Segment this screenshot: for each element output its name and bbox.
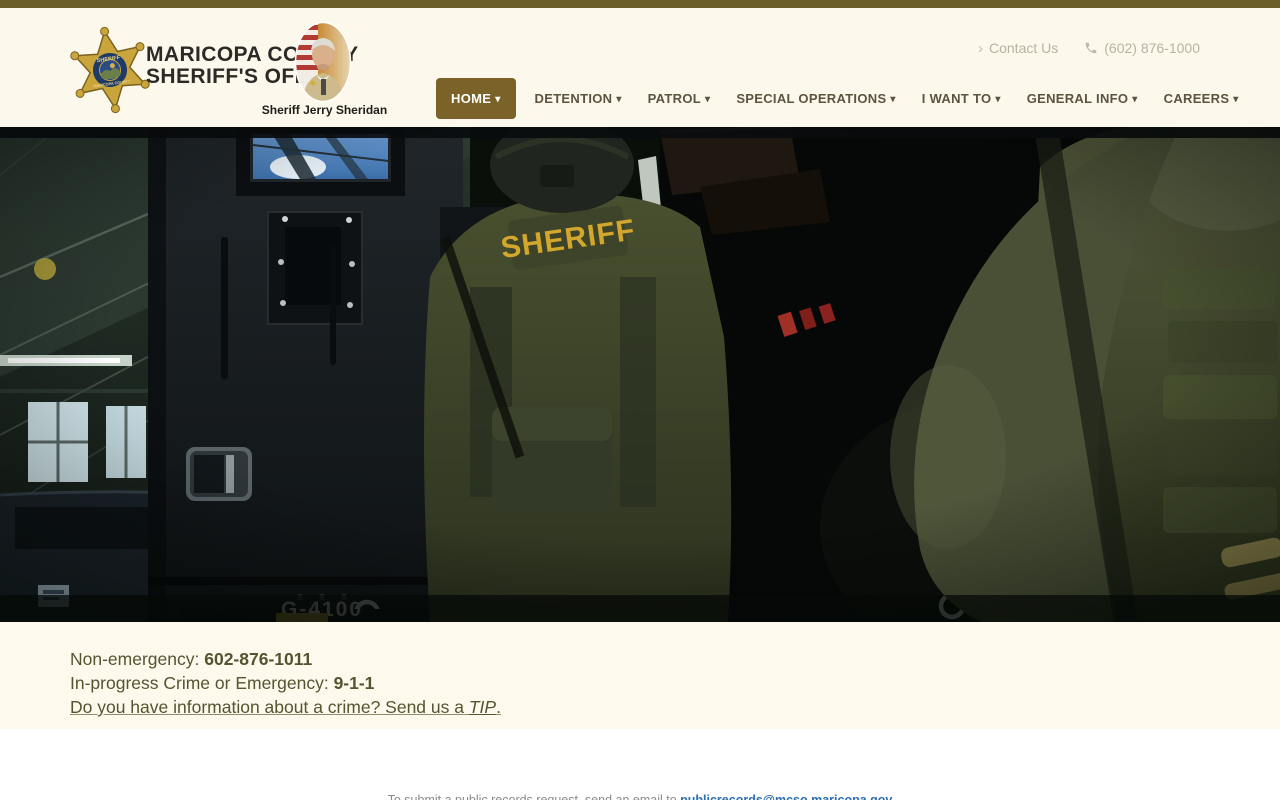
chevron-down-icon: ▾ (1132, 94, 1138, 105)
nav-i-want-to-label: I WANT TO (921, 91, 992, 106)
non-emergency-label: Non-emergency: (70, 649, 205, 669)
tip-suffix: . (496, 697, 501, 717)
phone-link[interactable]: (602) 876-1000 (1084, 40, 1200, 56)
nav-item-special-operations[interactable]: SPECIAL OPERATIONS ▾ (723, 78, 908, 119)
header-quick-links: › Contact Us (602) 876-1000 (978, 40, 1200, 56)
non-emergency-number: 602-876-1011 (204, 649, 313, 669)
nav-item-home[interactable]: HOME ▾ (436, 78, 516, 119)
public-records-line: To submit a public records request, send… (0, 793, 1280, 800)
phone-number: (602) 876-1000 (1104, 40, 1200, 56)
public-records-email-link[interactable]: publicrecords@mcso.maricopa.gov (680, 793, 892, 800)
top-accent-bar (0, 0, 1280, 8)
public-records-section: To submit a public records request, send… (0, 729, 1280, 800)
phone-icon (1086, 42, 1097, 54)
nav-item-detention[interactable]: DETENTION ▾ (522, 78, 635, 119)
chevron-right-icon: › (978, 39, 983, 57)
contact-us-link[interactable]: › Contact Us (978, 40, 1058, 56)
in-progress-line: In-progress Crime or Emergency: 9-1-1 (70, 671, 1280, 695)
chevron-down-icon: ▾ (704, 94, 711, 105)
hero-video-still: G-4100 SHERIFF (0, 127, 1280, 622)
main-navigation: HOME ▾ DETENTION ▾ PATROL ▾ SPECIAL OPERATI… (436, 78, 1252, 119)
mcso-badge-logo: SHERIFF MARICOPA COUNTY (70, 26, 150, 114)
nav-careers-label: CAREERS (1163, 91, 1230, 106)
chevron-down-icon: ▾ (616, 94, 622, 105)
non-emergency-line: Non-emergency: 602-876-1011 (70, 647, 1280, 671)
tip-link[interactable]: TIP (469, 697, 496, 717)
in-progress-label: In-progress Crime or Emergency: (70, 673, 334, 693)
chevron-down-icon: ▾ (890, 94, 896, 105)
chevron-down-icon: ▾ (495, 94, 501, 105)
nav-home-label: HOME (451, 91, 492, 106)
chevron-down-icon: ▾ (995, 94, 1001, 105)
sheriff-portrait-photo (294, 21, 352, 103)
sheriff-caption: Sheriff Jerry Sheridan (261, 103, 388, 117)
nav-item-careers[interactable]: CAREERS ▾ (1151, 78, 1252, 119)
contact-us-label: Contact Us (989, 40, 1059, 56)
hero-vignette (0, 127, 1280, 622)
nav-item-i-want-to[interactable]: I WANT TO ▾ (909, 78, 1014, 119)
nav-item-patrol[interactable]: PATROL ▾ (635, 78, 724, 119)
in-progress-number: 9-1-1 (333, 673, 375, 693)
nav-patrol-label: PATROL (647, 91, 701, 106)
tip-question: Do you have information about a crime? S… (70, 697, 469, 717)
public-records-text: To submit a public records request, send… (387, 793, 681, 800)
chevron-down-icon: ▾ (1233, 94, 1239, 105)
nav-detention-label: DETENTION (534, 91, 613, 106)
site-header: SHERIFF MARICOPA COUNTY MARICOPA COUNTY … (0, 8, 1280, 127)
nav-special-operations-label: SPECIAL OPERATIONS (736, 91, 887, 106)
nav-general-info-label: GENERAL INFO (1026, 91, 1129, 106)
tip-line: Do you have information about a crime? S… (70, 695, 1280, 719)
nav-item-general-info[interactable]: GENERAL INFO ▾ (1014, 78, 1151, 119)
hero-banner: G-4100 SHERIFF (0, 127, 1280, 622)
emergency-info-section: Non-emergency: 602-876-1011 In-progress … (0, 622, 1280, 729)
